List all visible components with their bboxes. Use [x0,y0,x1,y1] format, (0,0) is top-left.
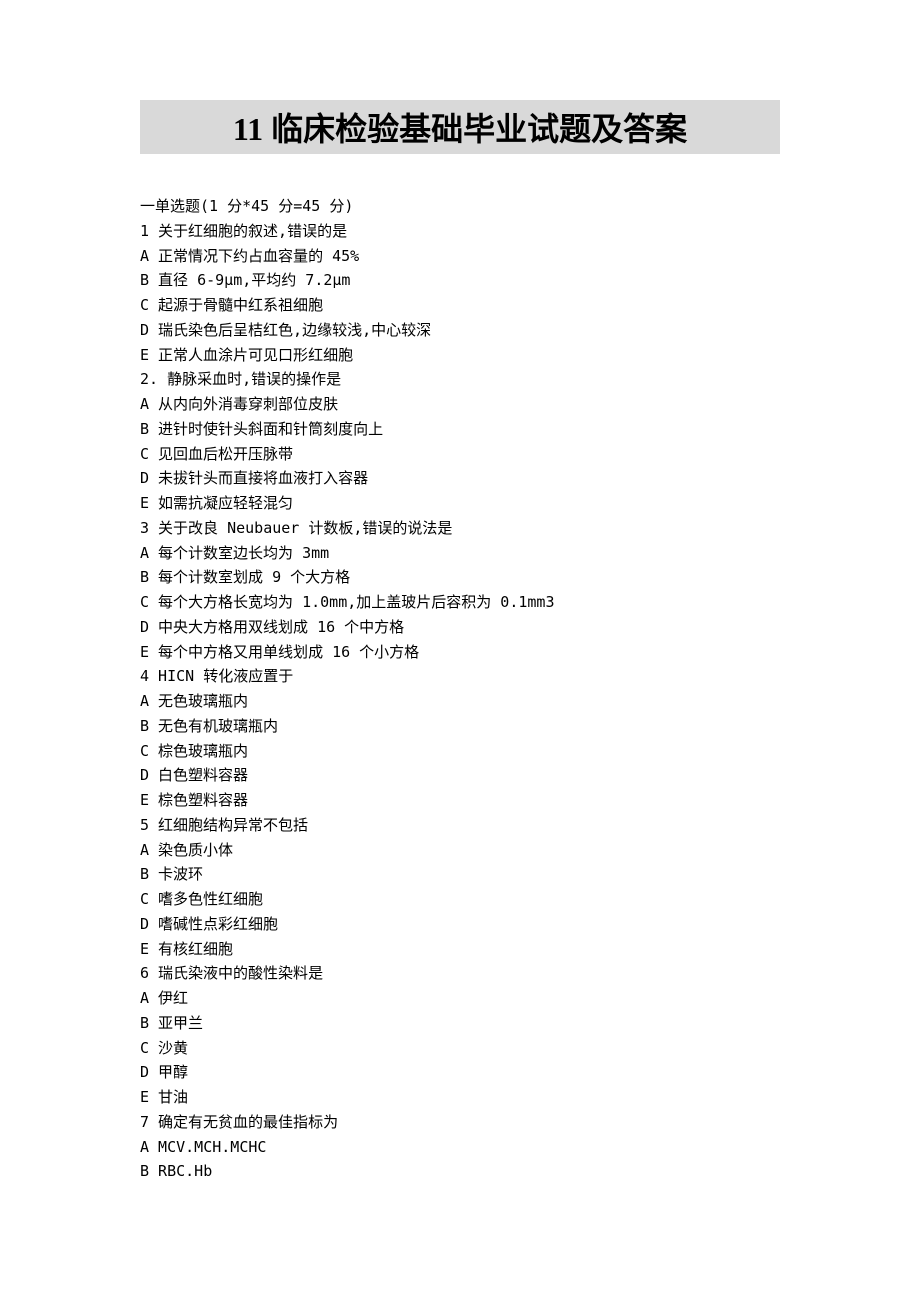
question-stem: 4 HICN 转化液应置于 [140,664,780,689]
question-option: D 甲醇 [140,1060,780,1085]
question-option: B 进针时使针头斜面和针筒刻度向上 [140,417,780,442]
question-option: A 从内向外消毒穿刺部位皮肤 [140,392,780,417]
question-option: A MCV.MCH.MCHC [140,1135,780,1160]
question-option: A 每个计数室边长均为 3mm [140,541,780,566]
section-header: 一单选题(1 分*45 分=45 分) [140,194,780,219]
question-option: A 无色玻璃瓶内 [140,689,780,714]
question-option: D 未拔针头而直接将血液打入容器 [140,466,780,491]
document-title: 11 临床检验基础毕业试题及答案 [140,100,780,154]
question-option: D 瑞氏染色后呈桔红色,边缘较浅,中心较深 [140,318,780,343]
question-option: C 沙黄 [140,1036,780,1061]
question-option: D 嗜碱性点彩红细胞 [140,912,780,937]
question-option: C 棕色玻璃瓶内 [140,739,780,764]
question-stem: 1 关于红细胞的叙述,错误的是 [140,219,780,244]
question-option: E 棕色塑料容器 [140,788,780,813]
question-option: B 亚甲兰 [140,1011,780,1036]
question-option: C 嗜多色性红细胞 [140,887,780,912]
question-option: A 染色质小体 [140,838,780,863]
question-option: E 甘油 [140,1085,780,1110]
question-option: C 每个大方格长宽均为 1.0mm,加上盖玻片后容积为 0.1mm3 [140,590,780,615]
document-page: 11 临床检验基础毕业试题及答案 一单选题(1 分*45 分=45 分) 1 关… [0,0,920,1244]
question-option: E 正常人血涂片可见口形红细胞 [140,343,780,368]
question-option: C 见回血后松开压脉带 [140,442,780,467]
question-option: E 有核红细胞 [140,937,780,962]
question-option: B RBC.Hb [140,1159,780,1184]
document-content: 一单选题(1 分*45 分=45 分) 1 关于红细胞的叙述,错误的是 A 正常… [140,194,780,1184]
question-stem: 2. 静脉采血时,错误的操作是 [140,367,780,392]
question-option: B 卡波环 [140,862,780,887]
question-stem: 3 关于改良 Neubauer 计数板,错误的说法是 [140,516,780,541]
question-option: B 每个计数室划成 9 个大方格 [140,565,780,590]
question-option: A 伊红 [140,986,780,1011]
question-option: C 起源于骨髓中红系祖细胞 [140,293,780,318]
question-stem: 6 瑞氏染液中的酸性染料是 [140,961,780,986]
question-stem: 5 红细胞结构异常不包括 [140,813,780,838]
question-stem: 7 确定有无贫血的最佳指标为 [140,1110,780,1135]
question-option: D 白色塑料容器 [140,763,780,788]
question-option: B 无色有机玻璃瓶内 [140,714,780,739]
question-option: A 正常情况下约占血容量的 45% [140,244,780,269]
question-option: D 中央大方格用双线划成 16 个中方格 [140,615,780,640]
question-option: B 直径 6-9μm,平均约 7.2μm [140,268,780,293]
question-option: E 如需抗凝应轻轻混匀 [140,491,780,516]
question-option: E 每个中方格又用单线划成 16 个小方格 [140,640,780,665]
